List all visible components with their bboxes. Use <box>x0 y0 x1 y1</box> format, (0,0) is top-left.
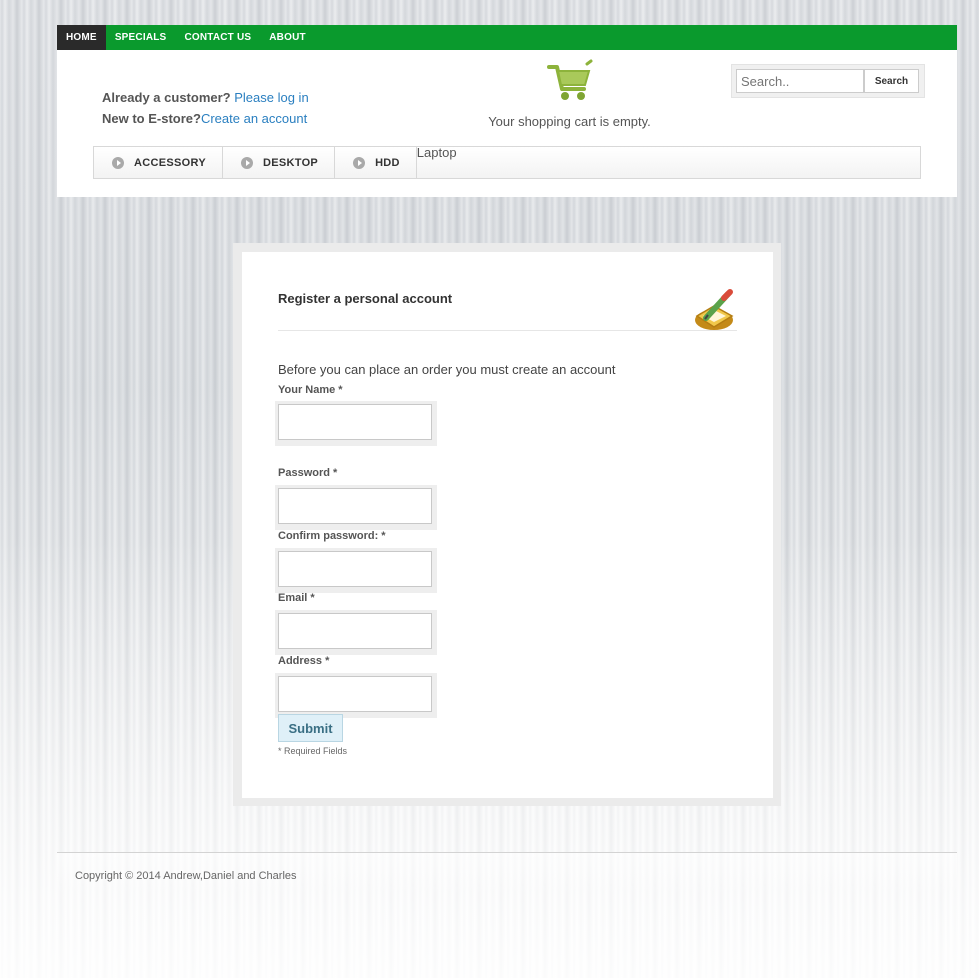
arrow-bullet-icon <box>112 156 124 169</box>
search-input[interactable] <box>736 69 864 93</box>
create-account-link[interactable]: Create an account <box>201 111 307 126</box>
category-hdd[interactable]: HDD <box>335 147 417 178</box>
site-header: HOME SPECIALS CONTACT US ABOUT Already a… <box>57 25 957 197</box>
register-pencil-icon <box>695 289 734 330</box>
arrow-bullet-icon <box>240 156 253 169</box>
password-field-frame <box>275 485 437 530</box>
confirm-password-label: Confirm password: * <box>278 530 386 542</box>
copyright-text: Copyright © 2014 Andrew,Daniel and Charl… <box>75 870 297 882</box>
shopping-cart-icon[interactable] <box>546 59 594 103</box>
title-divider <box>278 330 737 331</box>
nav-specials-link[interactable]: SPECIALS <box>106 25 176 50</box>
category-accessory[interactable]: ACCESSORY <box>94 147 223 178</box>
login-line: Already a customer? Please log in <box>102 87 309 108</box>
name-field[interactable] <box>278 404 432 440</box>
email-field[interactable] <box>278 613 432 649</box>
login-link[interactable]: Please log in <box>234 90 308 105</box>
password-label: Password * <box>278 467 338 479</box>
create-line: New to E-store?Create an account <box>102 108 309 129</box>
top-navigation: HOME SPECIALS CONTACT US ABOUT <box>57 25 957 50</box>
register-panel: Register a personal account Before you c… <box>242 252 773 798</box>
submit-button[interactable]: Submit <box>278 714 343 742</box>
confirm-password-field[interactable] <box>278 551 432 587</box>
account-links: Already a customer? Please log in New to… <box>102 87 309 129</box>
name-label: Your Name * <box>278 384 343 396</box>
email-field-frame <box>275 610 437 655</box>
search-form: Search <box>731 64 925 98</box>
address-field[interactable] <box>278 676 432 712</box>
name-field-frame <box>275 401 437 446</box>
category-desktop[interactable]: DESKTOP <box>223 147 336 178</box>
cart-status: Your shopping cart is empty. <box>488 114 651 129</box>
category-laptop[interactable]: Laptop <box>417 145 457 178</box>
register-panel-frame: Register a personal account Before you c… <box>233 243 781 806</box>
search-button[interactable]: Search <box>864 69 919 93</box>
customer-prompt: Already a customer? <box>102 90 231 105</box>
category-label: HDD <box>375 156 400 169</box>
email-label: Email * <box>278 592 315 604</box>
nav-about-link[interactable]: ABOUT <box>260 25 315 50</box>
address-field-frame <box>275 673 437 718</box>
register-title: Register a personal account <box>278 291 453 306</box>
nav-home-link[interactable]: HOME <box>57 25 106 50</box>
address-label: Address * <box>278 655 330 667</box>
category-label: ACCESSORY <box>134 156 206 169</box>
new-prompt: New to E-store? <box>102 111 201 126</box>
required-fields-note: * Required Fields <box>278 746 348 756</box>
nav-contact-link[interactable]: CONTACT US <box>175 25 260 50</box>
password-field[interactable] <box>278 488 432 524</box>
cart-summary: Your shopping cart is empty. <box>487 59 652 129</box>
arrow-bullet-icon <box>353 156 366 169</box>
category-bar: ACCESSORY DESKTOP HDD Laptop <box>93 145 921 179</box>
confirm-password-field-frame <box>275 548 437 593</box>
category-label: DESKTOP <box>262 156 319 169</box>
register-intro: Before you can place an order you must c… <box>278 362 616 377</box>
